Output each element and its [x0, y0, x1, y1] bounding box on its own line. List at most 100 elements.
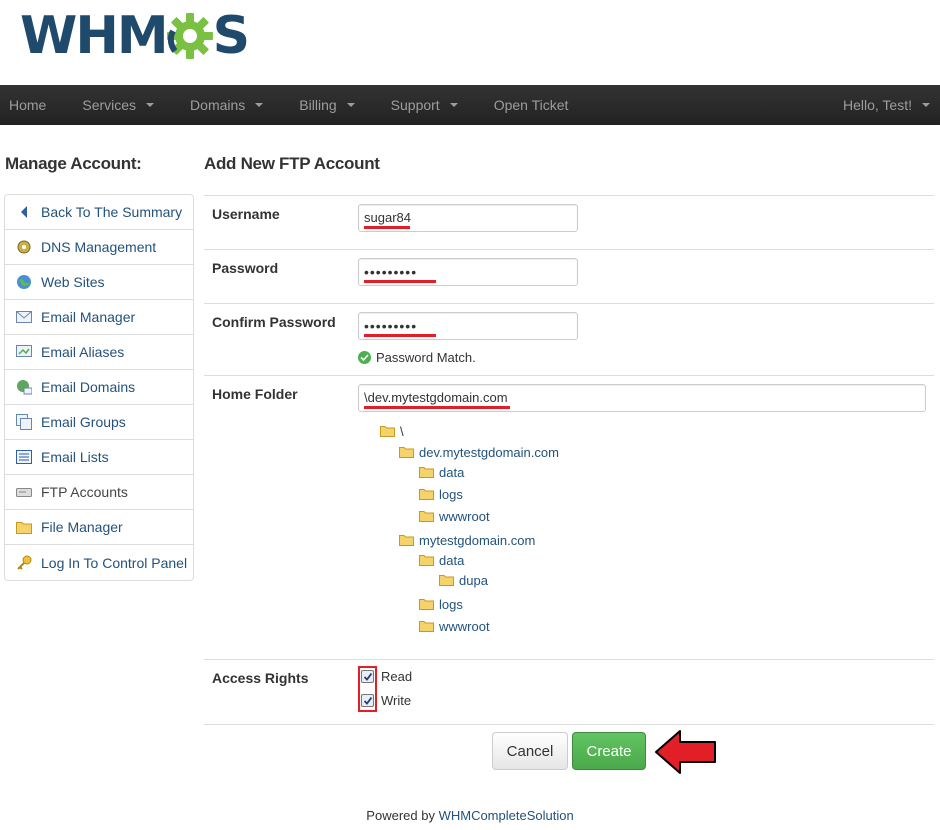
- mail-alias-icon: [15, 344, 33, 360]
- tree-node-label: dev.mytestgdomain.com: [419, 445, 559, 460]
- sidebar-item-label: DNS Management: [41, 239, 157, 255]
- home-folder-highlight: [364, 406, 510, 409]
- confirm-password-label: Confirm Password: [212, 314, 336, 330]
- username-highlight: [364, 226, 410, 229]
- tree-node-label: mytestgdomain.com: [419, 533, 536, 548]
- tree-node-label: data: [439, 465, 465, 480]
- folder-icon: [419, 599, 434, 610]
- caret-down-icon: [449, 103, 458, 107]
- sidebar-item-file-manager[interactable]: File Manager: [5, 510, 193, 545]
- tree-node-dev-wwwroot[interactable]: wwwroot: [419, 509, 490, 524]
- password-match-status: Password Match.: [358, 350, 476, 365]
- confirm-password-row: Confirm Password •••••••••: [204, 303, 934, 375]
- sidebar-item-email-aliases[interactable]: Email Aliases: [5, 335, 193, 370]
- sidebar-item-ftp-accounts[interactable]: FTP Accounts: [5, 475, 193, 510]
- tree-node-dev-logs[interactable]: logs: [419, 487, 463, 502]
- sidebar-item-email-groups[interactable]: Email Groups: [5, 405, 193, 440]
- nav-open-ticket[interactable]: Open Ticket: [476, 85, 587, 125]
- nav-home-label: Home: [9, 97, 47, 113]
- footer-prefix: Powered by: [366, 808, 435, 823]
- username-row: Username sugar84: [204, 195, 934, 249]
- mail-domain-icon: [15, 379, 33, 395]
- globe-icon: [15, 274, 33, 290]
- read-checkbox-row[interactable]: Read: [361, 669, 412, 684]
- ftp-icon: [15, 484, 33, 500]
- access-rights-row: Access Rights: [204, 659, 934, 724]
- tree-node-label: logs: [439, 597, 463, 612]
- nav-open-ticket-label: Open Ticket: [493, 97, 569, 113]
- nav-user-label: Hello, Test!: [843, 97, 912, 113]
- red-arrow-pointer-icon: [655, 730, 716, 774]
- confirm-password-highlight: [364, 334, 436, 337]
- create-button[interactable]: Create: [572, 732, 646, 770]
- folder-icon: [439, 575, 454, 586]
- folder-icon: [419, 511, 434, 522]
- sidebar-menu: Back To The Summary DNS Management Web S…: [4, 194, 194, 581]
- footer-link[interactable]: WHMCompleteSolution: [439, 808, 574, 823]
- sidebar-item-label: Email Domains: [41, 379, 136, 395]
- folder-icon: [419, 467, 434, 478]
- sidebar-item-web-sites[interactable]: Web Sites: [5, 265, 193, 300]
- tree-node-label: wwwroot: [439, 509, 490, 524]
- buttons-divider: [204, 724, 934, 725]
- password-row: Password •••••••••: [204, 249, 934, 303]
- nav-domains-label: Domains: [190, 97, 246, 113]
- sidebar-item-label: Web Sites: [41, 274, 105, 290]
- tree-node-label: \: [400, 424, 404, 439]
- sidebar-item-email-manager[interactable]: Email Manager: [5, 300, 193, 335]
- nav-user-menu[interactable]: Hello, Test!: [825, 85, 940, 125]
- tree-node-dev-data[interactable]: data: [419, 465, 464, 480]
- write-checkbox[interactable]: [361, 694, 374, 707]
- folder-icon: [15, 519, 33, 535]
- mail-icon: [15, 309, 33, 325]
- sidebar-item-log-in-to-control-panel[interactable]: Log In To Control Panel: [5, 545, 193, 580]
- key-icon: [15, 555, 33, 571]
- read-label: Read: [381, 669, 413, 684]
- nav-services[interactable]: Services: [64, 85, 172, 125]
- caret-down-icon: [346, 103, 355, 107]
- nav-domains[interactable]: Domains: [172, 85, 281, 125]
- sidebar-item-email-domains[interactable]: Email Domains: [5, 370, 193, 405]
- footer: Powered by WHMCompleteSolution: [0, 808, 940, 823]
- home-folder-row: Home Folder \ dev.mytestgdomain.com: [204, 375, 934, 659]
- tree-node-main-data[interactable]: data: [419, 553, 464, 568]
- gear-logo-icon: [166, 13, 213, 59]
- nav-support[interactable]: Support: [373, 85, 476, 125]
- folder-icon: [419, 489, 434, 500]
- folder-icon: [380, 426, 395, 437]
- tree-node-label: dupa: [459, 573, 488, 588]
- tree-node-main-logs[interactable]: logs: [419, 597, 463, 612]
- sidebar-item-label: File Manager: [41, 519, 123, 535]
- tree-node-dev-domain[interactable]: dev.mytestgdomain.com: [399, 445, 559, 460]
- sidebar-item-dns-management[interactable]: DNS Management: [5, 230, 193, 265]
- tree-node-label: data: [439, 553, 465, 568]
- write-checkbox-row[interactable]: Write: [361, 693, 411, 708]
- tree-node-label: wwwroot: [439, 619, 490, 634]
- password-match-text: Password Match.: [376, 350, 476, 365]
- nav-services-label: Services: [82, 97, 137, 113]
- tree-node-main-wwwroot[interactable]: wwwroot: [419, 619, 490, 634]
- sidebar-item-email-lists[interactable]: Email Lists: [5, 440, 193, 475]
- dns-icon: [15, 239, 33, 255]
- back-arrow-icon: [15, 204, 33, 220]
- nav-billing[interactable]: Billing: [281, 85, 372, 125]
- tree-node-root[interactable]: \: [380, 424, 404, 439]
- tree-node-label: logs: [439, 487, 463, 502]
- nav-billing-label: Billing: [299, 97, 337, 113]
- write-label: Write: [381, 693, 412, 708]
- nav-home[interactable]: Home: [0, 85, 64, 125]
- check-circle-icon: [358, 351, 371, 364]
- cancel-button[interactable]: Cancel: [492, 732, 568, 770]
- tree-node-main-domain[interactable]: mytestgdomain.com: [399, 533, 535, 548]
- whmcs-logo[interactable]: WHM S: [20, 6, 250, 66]
- tree-node-main-data-dupa[interactable]: dupa: [439, 573, 488, 588]
- list-icon: [15, 449, 33, 465]
- password-label: Password: [212, 260, 279, 276]
- password-highlight: [364, 280, 436, 283]
- sidebar-item-back-to-summary[interactable]: Back To The Summary: [5, 195, 193, 230]
- sidebar-item-label: FTP Accounts: [41, 484, 128, 500]
- sidebar-item-label: Back To The Summary: [41, 204, 183, 220]
- caret-down-icon: [922, 103, 930, 107]
- read-checkbox[interactable]: [361, 670, 374, 683]
- folder-icon: [399, 535, 414, 546]
